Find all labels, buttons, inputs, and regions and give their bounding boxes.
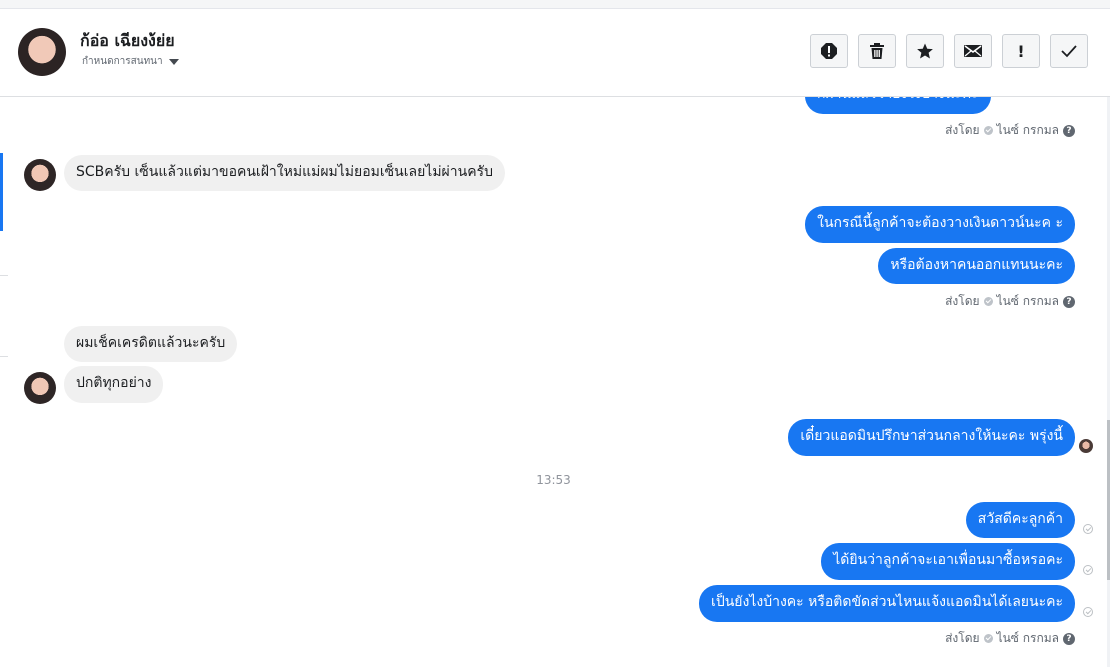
incoming-message[interactable]: ผมเช็คเครดิตแล้วนะครับ <box>64 326 238 362</box>
sent-by-info: ส่งโดย ไนซ์ กรกมล ? <box>945 292 1075 311</box>
outgoing-message[interactable]: หรือต้องหาคนออกแทนนะคะ <box>878 248 1075 284</box>
verified-check-icon <box>983 634 993 643</box>
sent-by-label: ส่งโดย <box>945 123 980 137</box>
sent-by-label: ส่งโดย <box>945 294 980 308</box>
incoming-message[interactable]: SCBครับ เซ็นแล้วแต่มาขอคนเฝ้าใหม่แม่ผมไม… <box>64 155 505 191</box>
sender-name: ไนซ์ กรกมล <box>996 123 1059 137</box>
report-icon <box>821 43 837 59</box>
caret-down-icon <box>168 58 179 65</box>
delivered-check-icon <box>1083 607 1093 617</box>
help-icon[interactable]: ? <box>1063 295 1075 308</box>
conversation-label-dropdown[interactable]: กำหนดการสนทนา <box>82 54 179 69</box>
sent-by-label: ส่งโดย <box>945 631 980 645</box>
sent-by-info: ส่งโดย ไนซ์ กรกมล ? <box>945 121 1075 140</box>
outgoing-message[interactable]: เดี๋ยวแอดมินปรึกษาส่วนกลางให้นะคะ พรุ่งน… <box>788 419 1075 456</box>
conversation-label: กำหนดการสนทนา <box>82 56 163 67</box>
conversation-header: ก้อ่อ เฉียงง้ย่ย กำหนดการสนทนา ! <box>0 9 1110 97</box>
sender-name: ไนซ์ กรกมล <box>996 294 1059 308</box>
outgoing-message[interactable]: กี่ผ่านแล้วว่ายังไงบ้างนะคะ <box>805 97 991 114</box>
top-bar <box>0 0 1110 9</box>
star-button[interactable] <box>906 34 944 68</box>
sender-name: ไนซ์ กรกมล <box>996 631 1059 645</box>
verified-check-icon <box>983 126 993 135</box>
sent-by-info: ส่งโดย ไนซ์ กรกมล ? <box>945 629 1075 648</box>
star-icon <box>917 43 933 59</box>
delivered-check-icon <box>1083 565 1093 575</box>
message-thread[interactable]: กี่ผ่านแล้วว่ายังไงบ้างนะคะ ส่งโดย ไนซ์ … <box>0 97 1107 667</box>
contact-avatar[interactable] <box>24 372 56 404</box>
mark-important-button[interactable]: ! <box>1002 34 1040 68</box>
timestamp: 13:53 <box>536 473 571 487</box>
trash-icon <box>870 43 884 59</box>
incoming-message[interactable]: ปกติทุกอย่าง <box>64 366 164 403</box>
verified-check-icon <box>983 297 993 306</box>
delivered-check-icon <box>1083 524 1093 534</box>
help-icon[interactable]: ? <box>1063 632 1075 645</box>
read-receipt-avatar <box>1079 439 1093 453</box>
mail-icon <box>964 45 982 57</box>
mail-button[interactable] <box>954 34 992 68</box>
contact-name[interactable]: ก้อ่อ เฉียงง้ย่ย <box>80 29 175 54</box>
help-icon[interactable]: ? <box>1063 124 1075 137</box>
exclamation-icon: ! <box>1017 41 1025 61</box>
outgoing-message[interactable]: ในกรณีนี้ลูกค้าจะต้องวางเงินดาวน์นะค ะ <box>805 206 1075 243</box>
report-button[interactable] <box>810 34 848 68</box>
delete-button[interactable] <box>858 34 896 68</box>
check-icon <box>1061 45 1077 58</box>
outgoing-message[interactable]: ได้ยินว่าลูกค้าจะเอาเพื่อนมาซื้อหรอคะ <box>821 543 1075 580</box>
contact-avatar[interactable] <box>24 159 56 191</box>
mark-done-button[interactable] <box>1050 34 1088 68</box>
outgoing-message[interactable]: เป็นยังไงบ้างคะ หรือติดขัดส่วนไหนแจ้งแอด… <box>699 585 1075 622</box>
avatar[interactable] <box>18 28 66 76</box>
outgoing-message[interactable]: สวัสดีคะลูกค้า <box>965 502 1075 538</box>
